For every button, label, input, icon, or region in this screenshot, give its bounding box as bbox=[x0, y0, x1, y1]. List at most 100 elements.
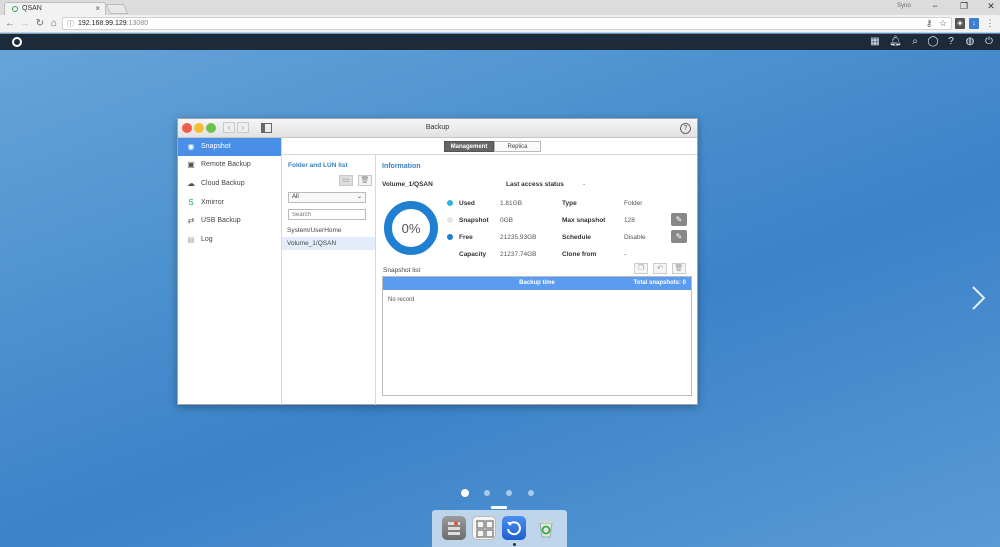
max-snapshot-value: 128 bbox=[624, 217, 635, 224]
schedule-label: Schedule bbox=[562, 234, 591, 241]
backup-refresh-icon bbox=[507, 521, 521, 536]
capacity-value: 21237.74GB bbox=[500, 251, 537, 258]
reload-icon[interactable]: ↻ bbox=[34, 18, 46, 29]
snapshot-table: Backup time Total snapshots: 0 No record bbox=[382, 276, 692, 396]
info-icon[interactable]: ⓘ bbox=[67, 19, 74, 29]
help-icon[interactable]: ? bbox=[945, 36, 957, 47]
page-dot[interactable] bbox=[528, 490, 534, 496]
sliders-icon bbox=[448, 521, 460, 535]
sidebar-item-label: Log bbox=[201, 236, 213, 243]
recycle-bin-icon[interactable] bbox=[534, 516, 558, 540]
free-dot bbox=[447, 234, 453, 240]
folder-row[interactable]: System/UserHome bbox=[282, 224, 375, 237]
app-center-icon[interactable] bbox=[472, 516, 496, 540]
xmirror-icon: S bbox=[188, 198, 194, 207]
running-indicator bbox=[513, 543, 516, 546]
next-page-arrow-icon[interactable] bbox=[968, 285, 988, 311]
max-snapshot-label: Max snapshot bbox=[562, 217, 606, 224]
type-label: Type bbox=[562, 200, 577, 207]
menu-dots-icon[interactable]: ⋮ bbox=[984, 18, 996, 29]
delete-folder-icon[interactable]: 🗑︎ bbox=[358, 175, 372, 186]
qsan-logo-icon[interactable] bbox=[12, 37, 22, 47]
page-dot[interactable] bbox=[484, 490, 490, 496]
close-window-button[interactable]: ✕ bbox=[984, 1, 998, 12]
sidebar-item-remote-backup[interactable]: ▣ Remote Backup bbox=[178, 156, 281, 174]
last-access-value: - bbox=[583, 181, 586, 188]
dock-handle[interactable] bbox=[491, 506, 507, 509]
search-input[interactable] bbox=[288, 209, 366, 220]
notification-bell-icon[interactable]: 🔔︎ bbox=[889, 36, 902, 47]
sidebar-item-snapshot[interactable]: ◉ Snapshot bbox=[178, 138, 281, 156]
browser-tab[interactable]: QSAN × bbox=[4, 2, 106, 15]
take-snapshot-button[interactable]: ▭ bbox=[339, 175, 353, 186]
extension-shield-icon[interactable]: ◈ bbox=[955, 18, 965, 29]
snapshot-table-header: Backup time Total snapshots: 0 bbox=[383, 277, 691, 290]
volume-name: Volume_1/QSAN bbox=[382, 181, 433, 188]
sidebar-item-label: Cloud Backup bbox=[201, 180, 245, 187]
snapshot-list-label: Snapshot list bbox=[383, 267, 421, 274]
tab-replica[interactable]: Replica bbox=[494, 141, 541, 152]
grid-icon bbox=[476, 520, 494, 538]
extension-download-icon[interactable]: ↓ bbox=[969, 18, 979, 29]
usage-percent: 0% bbox=[401, 221, 421, 236]
browser-toolbar: ← → ↻ ⌂ ⓘ 192.168.99.129:13080 ⚷ ☆ ◈ ↓ ⋮ bbox=[0, 15, 1000, 33]
snapshot-label: Snapshot bbox=[459, 217, 489, 224]
page-dot[interactable] bbox=[506, 490, 512, 496]
snapshot-dot bbox=[447, 217, 453, 223]
maximize-button[interactable]: ❐ bbox=[957, 1, 971, 12]
forward-arrow-icon[interactable]: → bbox=[19, 18, 31, 29]
tab-management[interactable]: Management bbox=[444, 141, 494, 152]
type-value: Folder bbox=[624, 200, 643, 207]
information-pane: Information Volume_1/QSAN Last access st… bbox=[376, 155, 697, 405]
used-dot bbox=[447, 200, 453, 206]
home-icon[interactable]: ⌂ bbox=[48, 18, 60, 29]
last-access-label: Last access status bbox=[506, 181, 564, 188]
user-icon[interactable]: ◯ bbox=[927, 36, 939, 47]
sidebar-item-label: USB Backup bbox=[201, 217, 241, 224]
copy-snapshot-icon[interactable]: ❐ bbox=[634, 263, 648, 274]
globe-icon[interactable]: ◍ bbox=[964, 36, 976, 47]
apps-grid-icon[interactable]: ▦ bbox=[869, 36, 881, 47]
nas-topbar: ▦ 🔔︎ ⌕ ◯ ? ◍ ⏻ bbox=[0, 34, 1000, 50]
trash-recycle-icon bbox=[539, 521, 553, 538]
tab-title: QSAN bbox=[22, 5, 42, 12]
cloud-backup-icon: ☁ bbox=[187, 179, 195, 188]
tab-bar: Management Replica bbox=[282, 138, 697, 155]
used-label: Used bbox=[459, 200, 475, 207]
edit-schedule-button[interactable]: ✎ bbox=[671, 230, 687, 243]
backup-app-icon[interactable] bbox=[502, 516, 526, 540]
sidebar-item-log[interactable]: ▤ Log bbox=[178, 231, 281, 249]
star-icon[interactable]: ☆ bbox=[937, 18, 949, 29]
information-title: Information bbox=[382, 163, 421, 170]
snapshot-value: 0GB bbox=[500, 217, 514, 224]
page-dot-active[interactable] bbox=[461, 489, 469, 497]
new-tab-button[interactable] bbox=[105, 4, 129, 14]
power-icon[interactable]: ⏻ bbox=[983, 36, 995, 47]
help-button[interactable]: ? bbox=[680, 123, 691, 134]
sidebar-item-usb-backup[interactable]: ⇄ USB Backup bbox=[178, 212, 281, 230]
sidebar-item-label: Remote Backup bbox=[201, 161, 251, 168]
edit-max-snapshot-button[interactable]: ✎ bbox=[671, 213, 687, 226]
folder-row-selected[interactable]: Volume_1/QSAN bbox=[282, 237, 375, 250]
minimize-button[interactable]: − bbox=[928, 1, 942, 11]
free-label: Free bbox=[459, 234, 473, 241]
sidebar-item-label: Xmirror bbox=[201, 199, 224, 206]
chevron-down-icon: ⌄ bbox=[356, 194, 362, 200]
profile-label[interactable]: Syno bbox=[897, 3, 911, 9]
search-icon[interactable]: ⌕ bbox=[909, 36, 921, 47]
back-arrow-icon[interactable]: ← bbox=[4, 18, 16, 29]
sidebar-item-cloud-backup[interactable]: ☁ Cloud Backup bbox=[178, 175, 281, 193]
dock bbox=[432, 510, 567, 547]
sidebar-item-xmirror[interactable]: S Xmirror bbox=[178, 194, 281, 212]
capacity-label: Capacity bbox=[459, 251, 487, 258]
window-titlebar[interactable]: ‹ › Backup ? bbox=[178, 119, 697, 138]
sidebar-item-label: Snapshot bbox=[201, 143, 231, 150]
key-icon[interactable]: ⚷ bbox=[923, 18, 935, 29]
revert-snapshot-icon[interactable]: ↶ bbox=[653, 263, 667, 274]
tab-close-icon[interactable]: × bbox=[95, 4, 100, 13]
control-panel-icon[interactable] bbox=[442, 516, 466, 540]
filter-select[interactable]: All ⌄ bbox=[288, 192, 366, 203]
address-bar[interactable]: ⓘ 192.168.99.129:13080 bbox=[62, 17, 952, 30]
delete-snapshot-icon[interactable]: 🗑︎ bbox=[672, 263, 686, 274]
free-value: 21235.93GB bbox=[500, 234, 537, 241]
